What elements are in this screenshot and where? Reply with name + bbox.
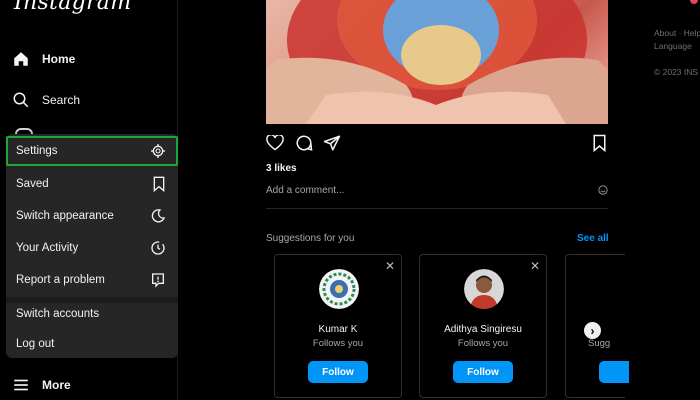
copyright: © 2023 INS: [654, 67, 699, 77]
suggestion-subtitle: Sugg: [588, 338, 611, 349]
emoji-icon[interactable]: [598, 185, 608, 195]
search-icon: [13, 92, 29, 108]
nav-search-label: Search: [42, 93, 81, 107]
home-icon: [14, 52, 28, 66]
menu-item-settings[interactable]: Settings: [6, 136, 178, 166]
footer-links: About · Help Language: [654, 27, 700, 53]
feed-divider: [266, 208, 608, 209]
menu-item-label: Switch appearance: [16, 210, 114, 222]
avatar[interactable]: [319, 269, 359, 309]
menu-item-switch-appearance[interactable]: Switch appearance: [6, 201, 178, 231]
suggestion-subtitle: Follows you: [312, 338, 364, 349]
notification-dot: [690, 0, 698, 4]
post-photo-illustration: [266, 0, 608, 124]
menu-item-label: Switch accounts: [16, 308, 100, 320]
menu-item-label: Your Activity: [16, 242, 79, 254]
follow-button[interactable]: Follow: [453, 361, 513, 383]
menu-item-label: Settings: [16, 145, 58, 157]
footer-link-line[interactable]: About · Help: [654, 27, 700, 40]
nav-home-label: Home: [42, 52, 76, 66]
menu-item-label: Saved: [16, 178, 49, 190]
follow-button[interactable]: Follow: [308, 361, 368, 383]
suggestion-card: ✕ Kumar K Follows you Follow: [274, 254, 402, 398]
chevron-right-icon[interactable]: ›: [584, 322, 601, 339]
hamburger-icon: [14, 379, 28, 391]
see-all-link[interactable]: See all: [577, 233, 609, 244]
close-icon[interactable]: ✕: [385, 259, 395, 273]
suggestion-name[interactable]: Kumar K: [275, 324, 401, 335]
post-image[interactable]: [266, 0, 608, 124]
suggestions-title: Suggestions for you: [266, 233, 355, 244]
footer-link-line[interactable]: Language: [654, 40, 700, 53]
nav-more[interactable]: More: [12, 371, 172, 399]
nav-search[interactable]: Search: [12, 86, 172, 114]
follow-button[interactable]: [599, 361, 629, 383]
report-icon: [152, 273, 164, 288]
menu-item-switch-accounts[interactable]: Switch accounts: [6, 299, 178, 329]
menu-item-label: Report a problem: [16, 274, 105, 286]
settings-icon: [151, 144, 165, 158]
more-menu: Settings Saved Switch appearance Your Ac…: [6, 134, 178, 358]
suggestion-subtitle: Follows you: [457, 338, 509, 349]
menu-item-log-out[interactable]: Log out: [6, 329, 178, 359]
close-icon[interactable]: ✕: [530, 259, 540, 273]
comment-placeholder[interactable]: Add a comment...: [266, 185, 344, 196]
moon-icon: [151, 209, 166, 223]
post-actions: [266, 133, 608, 155]
nav-home[interactable]: Home: [12, 45, 172, 73]
suggestion-name[interactable]: Adithya Singiresu: [420, 324, 546, 335]
bookmark-icon: [153, 176, 165, 192]
save-icon[interactable]: [592, 134, 607, 152]
heart-icon[interactable]: [266, 135, 284, 151]
instagram-logo[interactable]: Instagram: [14, 0, 131, 15]
menu-item-your-activity[interactable]: Your Activity: [6, 233, 178, 263]
nav-more-label: More: [42, 378, 71, 392]
comment-field[interactable]: Add a comment...: [266, 182, 608, 198]
likes-count[interactable]: 3 likes: [266, 163, 297, 174]
comment-icon[interactable]: [295, 134, 313, 152]
suggestion-card: ✕ Adithya Singiresu Follows you Follow: [419, 254, 547, 398]
activity-icon: [151, 241, 165, 255]
menu-item-label: Log out: [16, 338, 55, 350]
share-icon[interactable]: [323, 134, 341, 152]
menu-item-report-problem[interactable]: Report a problem: [6, 265, 178, 295]
menu-item-saved[interactable]: Saved: [6, 169, 178, 199]
avatar[interactable]: [464, 269, 504, 309]
instagram-app: Instagram Home Search More Settings Save…: [0, 0, 700, 400]
